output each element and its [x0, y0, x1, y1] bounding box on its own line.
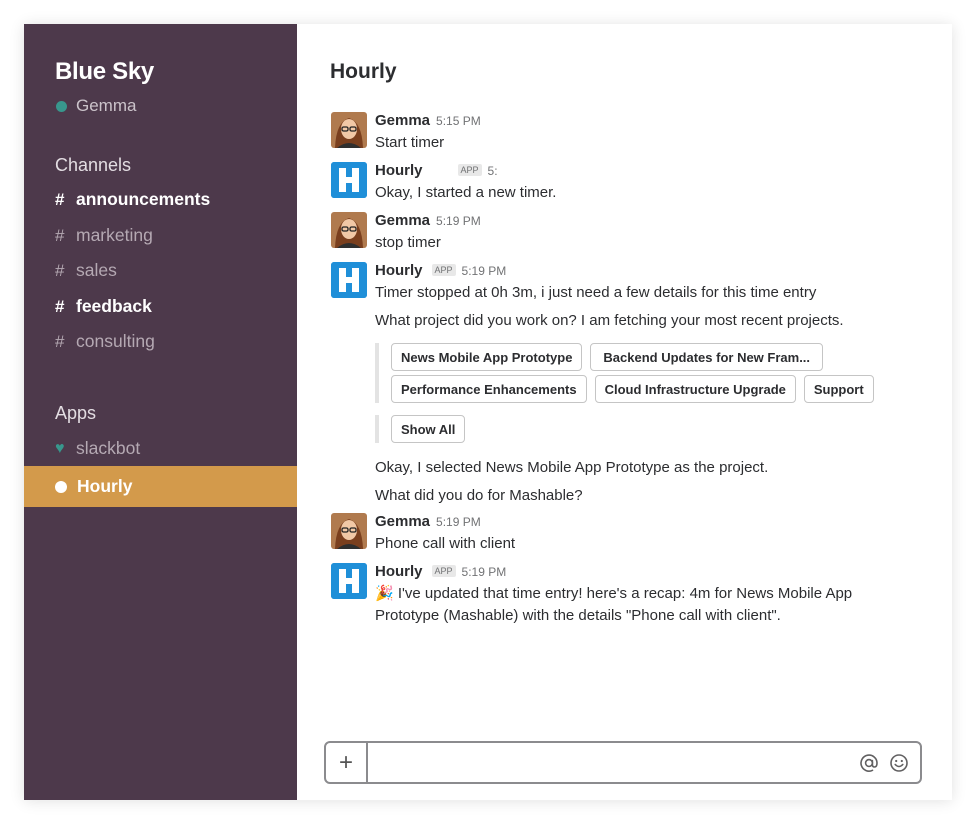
project-options: News Mobile App Prototype Backend Update… [375, 343, 874, 403]
sidebar-item-consulting[interactable]: # consulting [55, 331, 155, 352]
message-pane: Hourly Gemma 5:15 PM Start timer Hourly … [297, 24, 952, 800]
app-badge: APP [431, 264, 456, 276]
user-name: Gemma [76, 96, 137, 115]
message-author[interactable]: Gemma [375, 513, 430, 530]
show-all-button[interactable]: Show All [391, 415, 466, 443]
message-text: What project did you work on? I am fetch… [375, 312, 844, 329]
user-avatar-icon [331, 212, 367, 248]
emoji-icon[interactable] [888, 752, 910, 774]
hourly-logo-icon [331, 262, 367, 298]
message-author[interactable]: Hourly [375, 162, 423, 179]
avatar[interactable] [331, 513, 367, 549]
show-all-attachment: Show All [375, 415, 466, 443]
message-text: Start timer [375, 134, 445, 151]
message-input[interactable] [368, 743, 858, 782]
message-text: Phone call with client [375, 535, 516, 552]
avatar[interactable] [331, 112, 367, 148]
message-text: Okay, I started a new timer. [375, 184, 557, 201]
message-text: What did you do for Mashable? [375, 487, 583, 504]
message: Gemma 5:19 PM stop timer [331, 212, 911, 254]
project-button[interactable]: Performance Enhancements [391, 375, 587, 403]
message: Hourly APP 5:19 PM Timer stopped at 0h 3… [331, 262, 911, 332]
project-button[interactable]: Support [803, 375, 874, 403]
apps-header[interactable]: Apps [55, 403, 96, 424]
sidebar: Blue Sky Gemma Channels # announcements … [24, 24, 297, 800]
project-button[interactable]: News Mobile App Prototype [391, 343, 583, 371]
sidebar-item-hourly[interactable]: Hourly [24, 466, 297, 507]
sidebar-item-slackbot[interactable]: ♥ slackbot [55, 438, 140, 459]
hash-icon: # [55, 189, 65, 209]
avatar[interactable] [331, 162, 367, 198]
message-composer: + [324, 741, 922, 784]
heart-icon: ♥ [55, 439, 65, 457]
user-avatar-icon [331, 513, 367, 549]
app-badge: APP [457, 164, 482, 176]
message-time[interactable]: 5:19 PM [462, 565, 507, 579]
message-time[interactable]: 5:19 PM [436, 515, 481, 529]
message-time[interactable]: 5:15 PM [436, 114, 481, 128]
message-text: 🎉 I've updated that time entry! here's a… [375, 585, 853, 602]
sidebar-item-marketing[interactable]: # marketing [55, 225, 153, 246]
presence-dot-icon [56, 100, 67, 112]
sidebar-item-feedback[interactable]: # feedback [55, 296, 152, 317]
message-time[interactable]: 5:19 PM [462, 264, 507, 278]
hash-icon: # [55, 296, 65, 316]
message-author[interactable]: Hourly [375, 262, 423, 279]
channel-label: sales [76, 260, 117, 280]
message-author[interactable]: Hourly [375, 563, 423, 580]
hash-icon: # [55, 225, 65, 245]
app-label: Hourly [77, 476, 133, 496]
channels-header[interactable]: Channels [55, 155, 131, 176]
project-button[interactable]: Cloud Infrastructure Upgrade [594, 375, 796, 403]
avatar[interactable] [331, 563, 367, 599]
hash-icon: # [55, 331, 65, 351]
message: Gemma 5:15 PM Start timer [331, 112, 911, 154]
channel-label: feedback [76, 296, 152, 316]
app-badge: APP [431, 565, 456, 577]
message-text: Timer stopped at 0h 3m, i just need a fe… [375, 284, 817, 301]
user-avatar-icon [331, 112, 367, 148]
project-button[interactable]: Backend Updates for New Fram... [590, 343, 824, 371]
app-window: Blue Sky Gemma Channels # announcements … [24, 24, 952, 800]
message: Gemma 5:19 PM Phone call with client [331, 513, 911, 555]
presence-dot-icon [55, 480, 67, 493]
app-label: slackbot [76, 438, 141, 458]
hourly-logo-icon [331, 162, 367, 198]
message-text: stop timer [375, 234, 441, 251]
message-text: Prototype (Mashable) with the details "P… [375, 607, 781, 624]
hourly-logo-icon [331, 563, 367, 599]
team-name[interactable]: Blue Sky [55, 58, 154, 86]
hash-icon: # [55, 260, 65, 280]
message-time[interactable]: 5:19 PM [436, 214, 481, 228]
message-author[interactable]: Gemma [375, 112, 430, 129]
message-author[interactable]: Gemma [375, 212, 430, 229]
message: Hourly APP 5:19 PM 🎉 I've updated that t… [331, 563, 911, 627]
current-user[interactable]: Gemma [56, 96, 136, 116]
sidebar-item-sales[interactable]: # sales [55, 260, 117, 281]
channel-label: announcements [76, 189, 211, 209]
channel-label: consulting [76, 331, 155, 351]
at-icon[interactable] [858, 752, 880, 774]
message-text: Okay, I selected News Mobile App Prototy… [375, 459, 769, 476]
avatar[interactable] [331, 262, 367, 298]
avatar[interactable] [331, 212, 367, 248]
message: Hourly APP 5: Okay, I started a new time… [331, 162, 911, 204]
channel-title[interactable]: Hourly [330, 60, 397, 84]
message-time[interactable]: 5: [488, 164, 498, 178]
sidebar-item-announcements[interactable]: # announcements [55, 189, 210, 210]
channel-label: marketing [76, 225, 153, 245]
plus-icon[interactable]: + [326, 743, 368, 782]
